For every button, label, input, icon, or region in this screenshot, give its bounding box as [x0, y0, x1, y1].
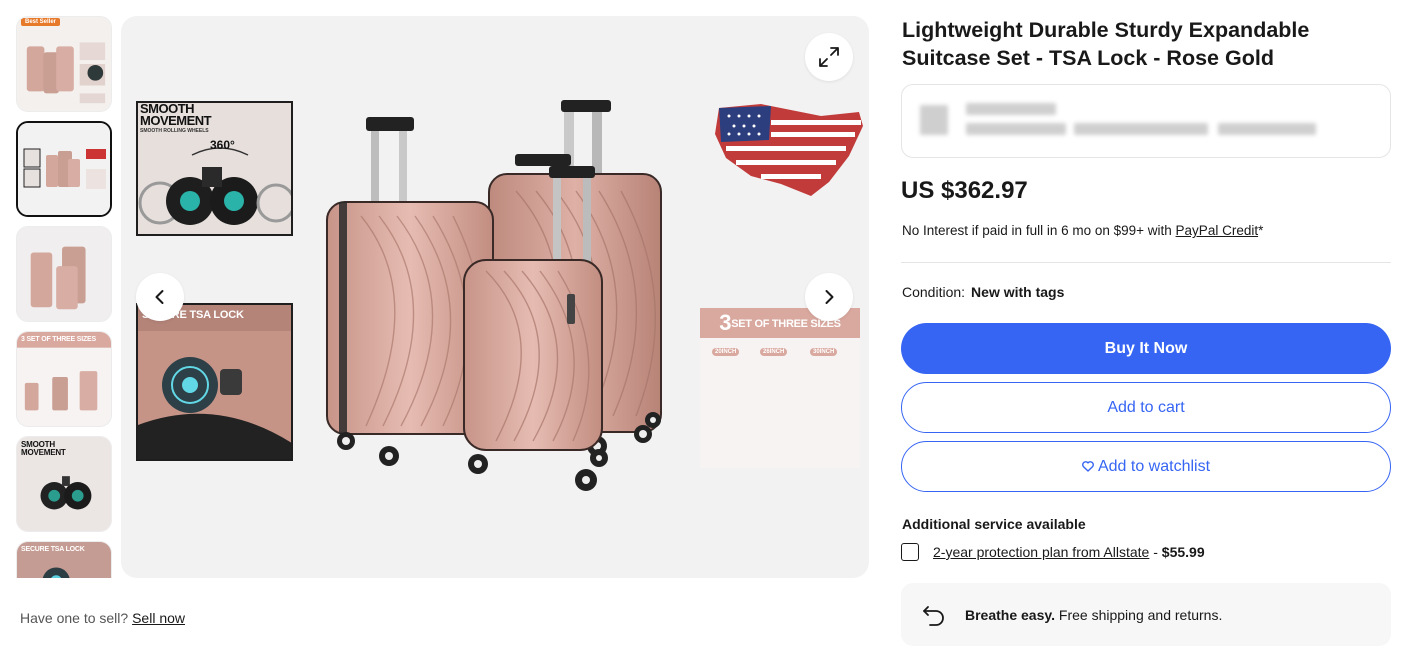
protection-plan-option: 2-year protection plan from Allstate - $…: [901, 543, 1205, 561]
inset-angle-label: 360°: [210, 138, 235, 152]
expand-image-button[interactable]: [805, 33, 853, 81]
thumbnail-1[interactable]: Best Seller: [16, 16, 112, 112]
thumbnail-2-selected[interactable]: [16, 121, 112, 217]
size-label-20: 20INCH: [712, 348, 740, 356]
inset-smooth-sub: SMOOTH ROLLING WHEELS: [140, 128, 209, 134]
protection-plan-separator: -: [1149, 544, 1162, 560]
sizes-panel: 3SET OF THREE SIZES 20INCH 26INCH 30INCH: [700, 308, 860, 468]
inset-smooth-title-line2: MOVEMENT: [140, 113, 212, 128]
seller-sales-redacted: [1074, 123, 1208, 135]
thumbnail-2-image: [18, 123, 110, 215]
size-label-26: 26INCH: [760, 348, 788, 356]
add-to-cart-button[interactable]: Add to cart: [901, 382, 1391, 433]
previous-image-button[interactable]: [136, 273, 184, 321]
shipping-text-bold: Breathe easy.: [965, 606, 1056, 623]
seller-contact-redacted: [1218, 123, 1316, 135]
chevron-right-icon: [825, 290, 834, 304]
seller-avatar: [920, 105, 948, 135]
add-to-watchlist-label: Add to watchlist: [1097, 457, 1211, 475]
sell-prompt: Have one to sell? Sell now: [20, 610, 185, 626]
return-arrow-icon: [921, 604, 947, 626]
financing-offer: No Interest if paid in full in 6 mo on $…: [902, 223, 1263, 238]
next-image-button[interactable]: [805, 273, 853, 321]
thumbnail-5-title: SMOOTH MOVEMENT: [21, 440, 66, 457]
thumbnail-6-title: SECURE TSA LOCK: [21, 546, 85, 553]
best-seller-badge: Best Seller: [21, 18, 61, 26]
seller-name-redacted: [966, 103, 1056, 115]
add-to-watchlist-button[interactable]: Add to watchlist: [901, 441, 1391, 492]
thumbnail-1-image: [17, 17, 111, 111]
expand-icon: [819, 47, 839, 67]
size-label-30: 30INCH: [810, 348, 838, 356]
divider: [901, 262, 1391, 263]
sizes-number: 3: [719, 310, 732, 335]
thumbnail-3-image: [17, 227, 111, 321]
protection-plan-checkbox[interactable]: [901, 543, 919, 561]
protection-plan-price: $55.99: [1161, 544, 1205, 560]
seller-card[interactable]: [901, 84, 1391, 158]
price: US $362.97: [901, 177, 1028, 204]
inset-smooth-title: SMOOTH MOVEMENT: [140, 103, 212, 128]
thumbnail-4-title: 3 SET OF THREE SIZES: [21, 336, 96, 343]
paypal-credit-link[interactable]: PayPal Credit: [1176, 223, 1259, 238]
heart-icon: [1082, 461, 1094, 472]
inset-smooth-movement: SMOOTH MOVEMENT SMOOTH ROLLING WHEELS 36…: [136, 101, 293, 236]
additional-service-heading: Additional service available: [902, 516, 1086, 532]
us-flag-map-image: [715, 104, 863, 196]
condition: Condition: New with tags: [902, 284, 1064, 300]
thumbnail-4-image: [17, 332, 111, 426]
listing-title: Lightweight Durable Sturdy Expandable Su…: [902, 18, 1310, 70]
thumbnail-3[interactable]: [16, 226, 112, 322]
thumbnail-4[interactable]: 3 SET OF THREE SIZES: [16, 331, 112, 427]
tsa-lock-image: [138, 305, 291, 459]
shipping-text: Breathe easy. Free shipping and returns.: [965, 607, 1222, 623]
shipping-returns-banner: Breathe easy. Free shipping and returns.: [901, 583, 1391, 646]
main-product-image[interactable]: SMOOTH MOVEMENT SMOOTH ROLLING WHEELS 36…: [121, 16, 869, 578]
thumbnail-6[interactable]: SECURE TSA LOCK: [16, 541, 112, 578]
protection-plan-link[interactable]: 2-year protection plan from Allstate: [933, 544, 1149, 560]
buy-it-now-button[interactable]: Buy It Now: [901, 323, 1391, 374]
condition-label: Condition:: [902, 284, 966, 300]
thumbnail-strip[interactable]: Best Seller 3 SET OF THREE SIZES SMOOTH …: [16, 16, 112, 578]
shipping-text-rest: Free shipping and returns.: [1055, 606, 1223, 623]
chevron-left-icon: [155, 290, 164, 304]
seller-feedback-redacted: [966, 123, 1066, 135]
financing-asterisk: *: [1258, 223, 1264, 238]
financing-text: No Interest if paid in full in 6 mo on $…: [902, 223, 1172, 238]
sell-prompt-text: Have one to sell?: [20, 610, 129, 626]
inset-tsa-lock: SECURE TSA LOCK: [136, 303, 293, 461]
thumbnail-5[interactable]: SMOOTH MOVEMENT: [16, 436, 112, 532]
sell-now-link[interactable]: Sell now: [132, 610, 185, 626]
condition-value: New with tags: [971, 284, 1065, 300]
